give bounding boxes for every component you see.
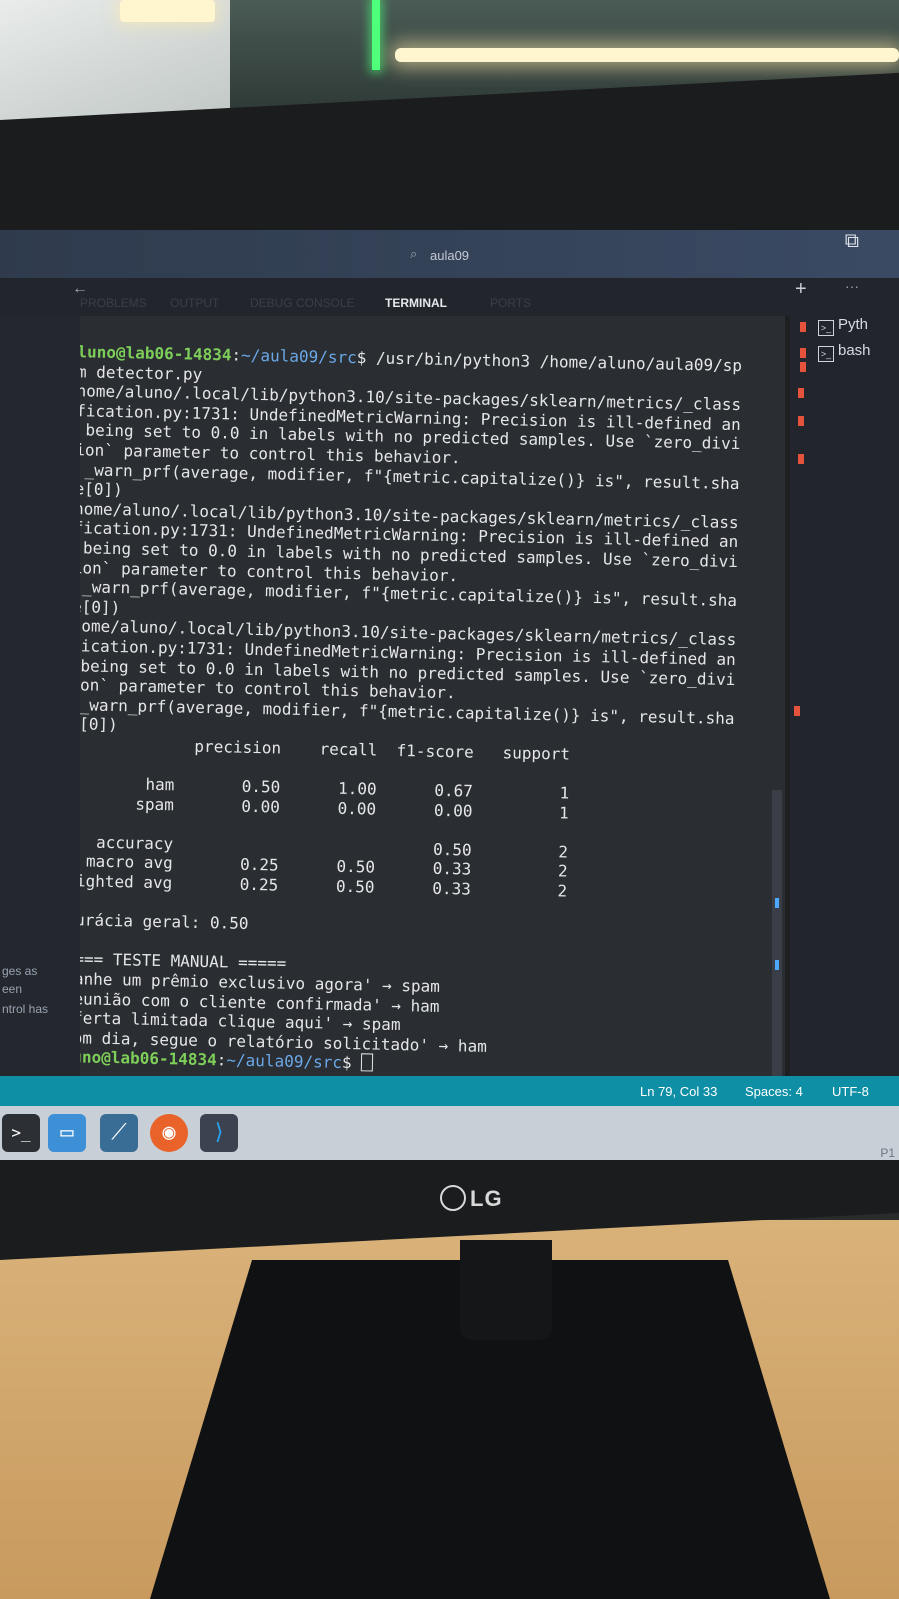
- prompt-path: ~/aula09/src: [240, 345, 357, 368]
- ceiling-light: [120, 0, 215, 22]
- prompt-user: aluno@lab06-14834: [80, 342, 232, 365]
- sidebar-hint-text: ges as: [2, 964, 38, 978]
- mysql-workbench-icon[interactable]: ⟋: [100, 1114, 138, 1152]
- error-marker: [800, 362, 806, 372]
- terminal-list-pane: >_ Pyth >_ bash: [790, 316, 899, 1076]
- scrollbar-marker: [775, 960, 779, 970]
- tab-output[interactable]: OUTPUT: [170, 296, 219, 310]
- explorer-sidebar: ges as een ntrol has: [0, 316, 81, 1076]
- sidebar-hint-text: ntrol has: [2, 1002, 49, 1016]
- brand-label: LG: [470, 1186, 503, 1211]
- monitor-stand-neck: [460, 1240, 552, 1340]
- lg-logo-icon: [440, 1185, 466, 1211]
- tab-terminal[interactable]: TERMINAL: [385, 296, 447, 318]
- sidebar-hint-text: een: [2, 982, 23, 996]
- search-icon[interactable]: ⌕: [410, 246, 417, 262]
- terminal-list-item-python[interactable]: >_ Pyth: [818, 316, 868, 336]
- tab-ports[interactable]: PORTS: [490, 296, 531, 310]
- error-marker: [798, 454, 804, 464]
- terminal-output: aluno@lab06-14834:~/aula09/src$ /usr/bin…: [80, 342, 785, 1082]
- panel-header: ← PROBLEMS OUTPUT DEBUG CONSOLE TERMINAL…: [0, 278, 899, 318]
- error-marker: [798, 416, 804, 426]
- terminal-list-label: bash: [838, 342, 871, 359]
- title-bar: ⌕ aula09 ⧉: [0, 230, 899, 278]
- vscode-icon[interactable]: ⟩: [200, 1114, 238, 1152]
- taskbar-corner-text: P1: [880, 1146, 895, 1160]
- tab-problems[interactable]: PROBLEMS: [80, 296, 147, 310]
- error-marker: [794, 706, 800, 716]
- terminal-list-label: Pyth: [838, 316, 869, 333]
- indent-spaces[interactable]: Spaces: 4: [745, 1084, 803, 1099]
- tab-debug-console[interactable]: DEBUG CONSOLE: [250, 296, 355, 310]
- terminal-icon[interactable]: >_: [2, 1114, 40, 1152]
- terminal-icon: >_: [818, 346, 834, 362]
- screen: ⌕ aula09 ⧉ ← PROBLEMS OUTPUT DEBUG CONSO…: [0, 230, 899, 1160]
- terminal-icon: >_: [818, 320, 834, 336]
- error-marker: [798, 388, 804, 398]
- files-icon[interactable]: ▭: [48, 1114, 86, 1152]
- cursor-position[interactable]: Ln 79, Col 33: [640, 1084, 717, 1099]
- prompt-suffix: $: [341, 1053, 362, 1073]
- error-marker: [800, 348, 806, 358]
- terminal-panel[interactable]: aluno@lab06-14834:~/aula09/src$ /usr/bin…: [80, 316, 785, 1086]
- firefox-icon[interactable]: ◉: [150, 1114, 188, 1152]
- ceiling-light-strip: [395, 48, 899, 62]
- error-marker: [800, 322, 806, 332]
- prompt-user: aluno@lab06-14834: [80, 1047, 217, 1070]
- window-title[interactable]: aula09: [430, 248, 469, 263]
- monitor-brand: LG: [440, 1185, 503, 1212]
- scrollbar-marker: [775, 898, 779, 908]
- green-light: [372, 0, 380, 70]
- customize-layout-icon[interactable]: ⧉: [845, 230, 859, 253]
- file-encoding[interactable]: UTF-8: [832, 1084, 869, 1099]
- terminal-scrollbar[interactable]: [772, 790, 782, 1080]
- new-terminal-plus-icon[interactable]: +: [795, 278, 807, 301]
- prompt-path: ~/aula09/src: [226, 1050, 343, 1073]
- more-actions-icon[interactable]: ···: [845, 278, 859, 294]
- terminal-list-item-bash[interactable]: >_ bash: [818, 342, 871, 362]
- taskbar: >_ ▭ ⟋ ◉ ⟩ P1: [0, 1106, 899, 1160]
- terminal-cursor: [361, 1053, 374, 1072]
- status-bar: Ln 79, Col 33 Spaces: 4 UTF-8: [0, 1076, 899, 1106]
